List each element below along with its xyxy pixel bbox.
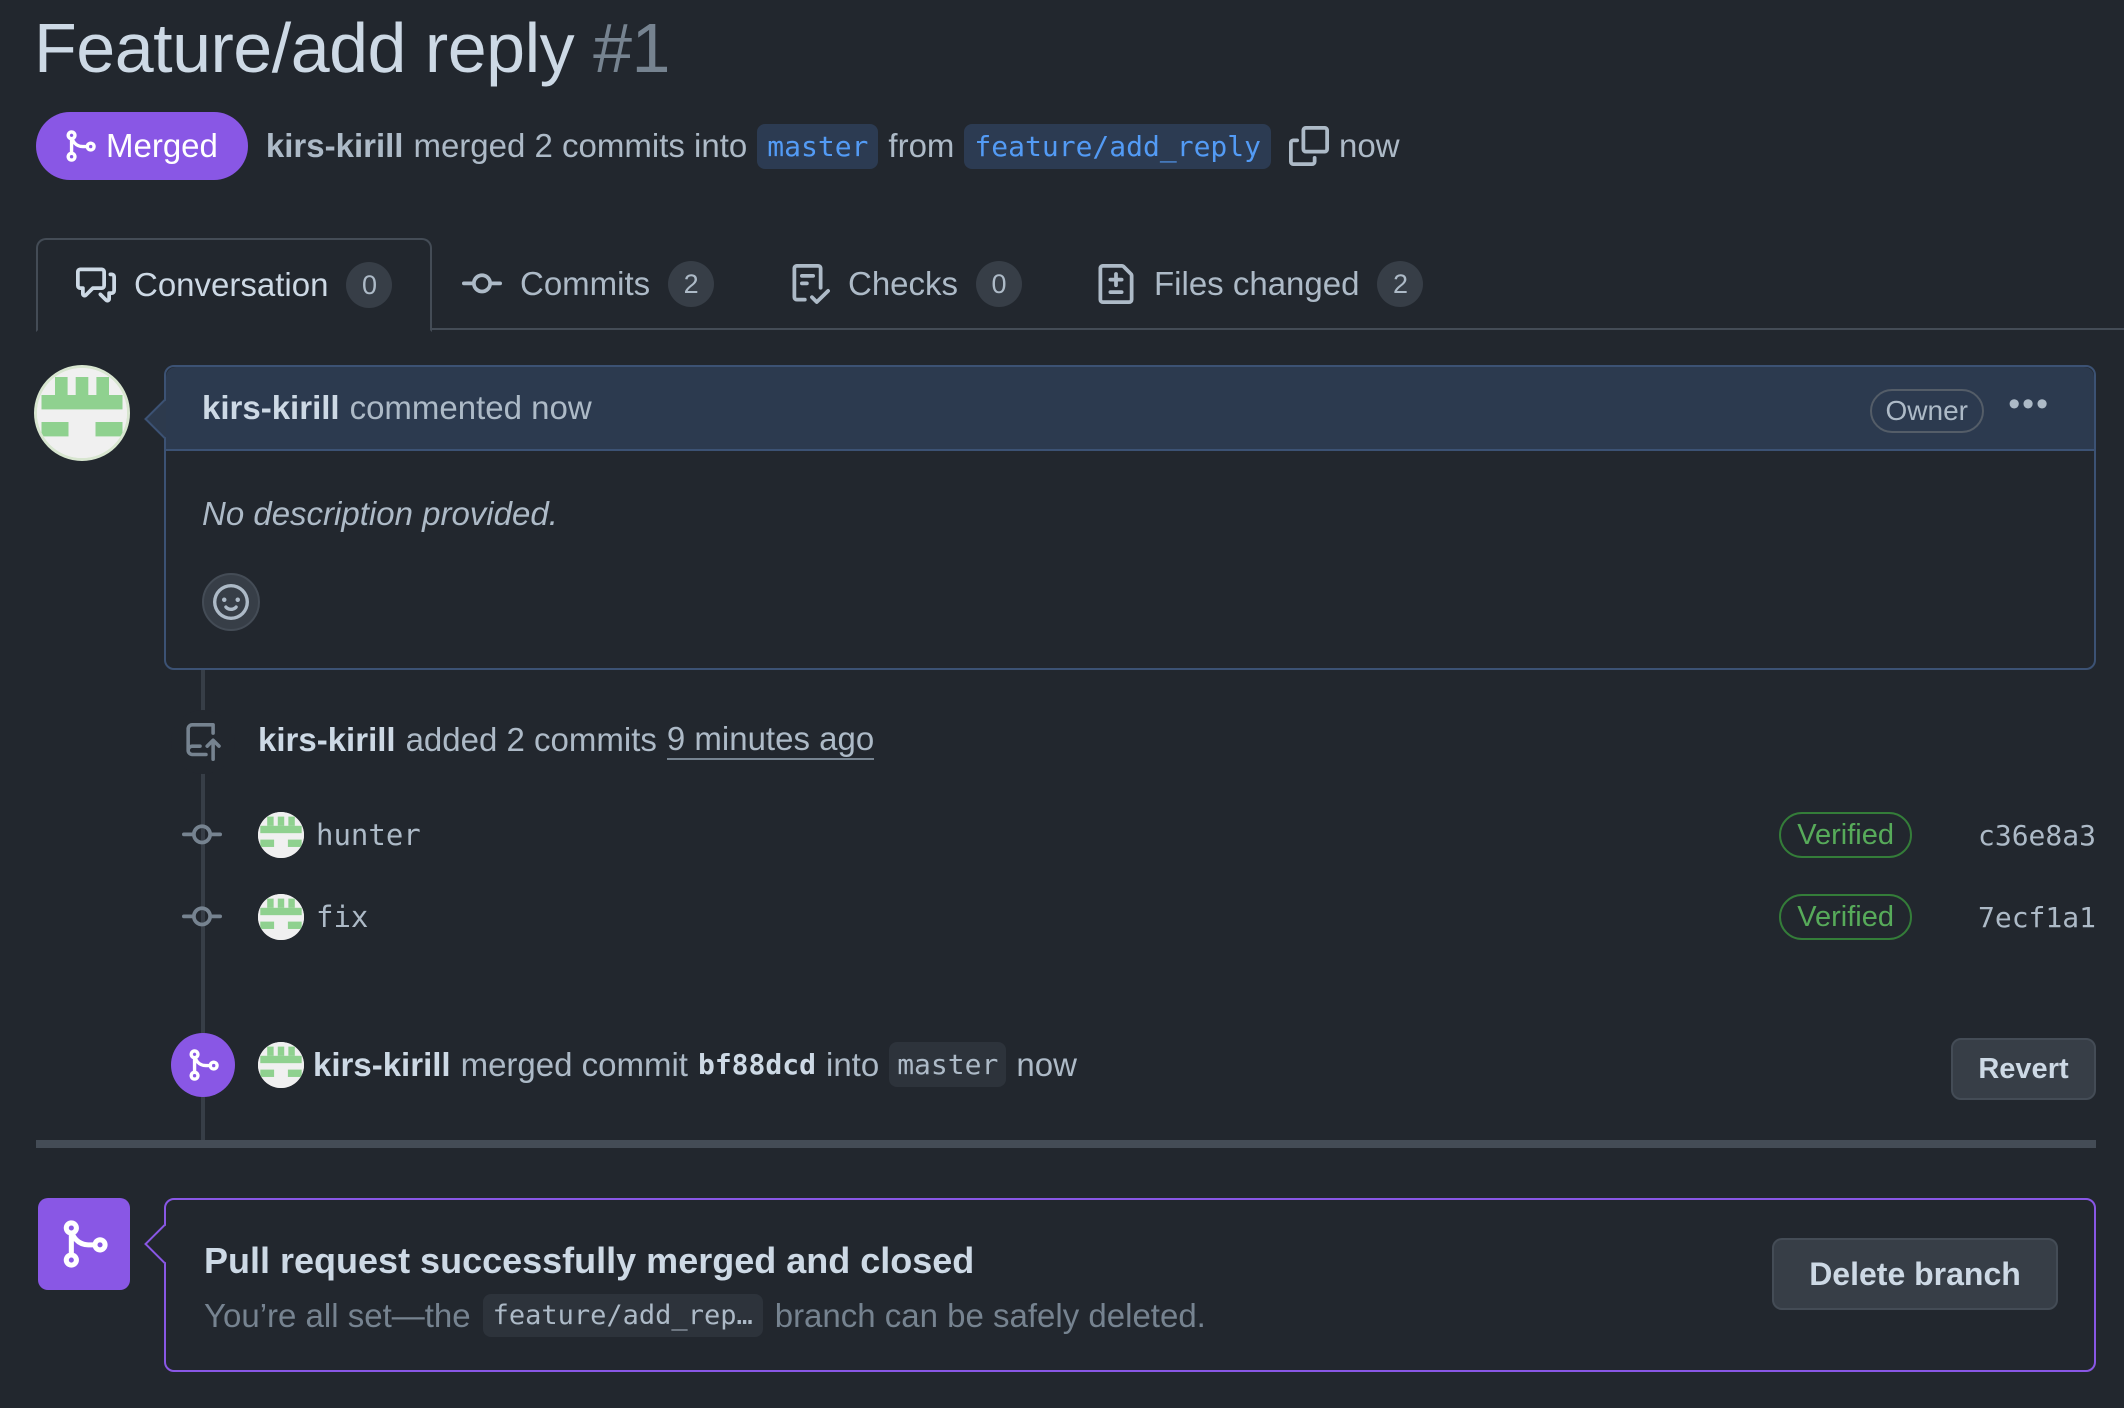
tab-commits-count: 2 (668, 261, 715, 307)
base-branch-link[interactable]: master (757, 123, 879, 169)
git-commit-icon (182, 906, 222, 927)
event-icon-push (171, 710, 235, 774)
merged-state-label: Merged (106, 127, 218, 164)
merge-author-link[interactable]: kirs-kirill (313, 1046, 451, 1084)
pr-summary-text: merged 2 commits into (413, 127, 748, 164)
commit-row: hunter Verified c36e8a3 (170, 805, 2096, 865)
copy-icon[interactable] (1289, 126, 1329, 166)
avatar[interactable] (258, 812, 304, 858)
merged-state-badge: Merged (36, 112, 248, 180)
event-action-text: added 2 commits (405, 721, 657, 758)
delete-branch-button[interactable]: Delete branch (1772, 1238, 2058, 1310)
comment-discussion-icon (76, 267, 116, 303)
merged-status-icon (38, 1198, 130, 1290)
git-commit-icon (462, 273, 502, 294)
head-branch-link[interactable]: feature/add_reply (964, 123, 1271, 169)
verified-badge[interactable]: Verified (1779, 812, 1912, 858)
merged-sub-prefix: You’re all set—the (204, 1296, 471, 1334)
kebab-menu-icon[interactable]: ••• (2008, 385, 2050, 424)
pr-subheader: Merged kirs-kirill merged 2 commits into… (36, 112, 1400, 180)
merge-action-text: merged commit (460, 1045, 688, 1083)
merge-into-text: into (825, 1045, 880, 1083)
identicon-avatar (258, 894, 304, 940)
checklist-icon (792, 264, 830, 304)
comment-header: kirs-kirill commented now Owner ••• (166, 367, 2094, 451)
owner-badge: Owner (1869, 389, 1984, 433)
identicon-avatar (37, 368, 127, 458)
verified-badge[interactable]: Verified (1779, 894, 1912, 940)
pr-number: #1 (593, 9, 670, 87)
merge-branch-link[interactable]: master (889, 1042, 1007, 1087)
commit-message-link[interactable]: hunter (316, 818, 421, 852)
tab-commits-label: Commits (520, 265, 651, 302)
pr-time: now (1339, 127, 1400, 164)
pr-title-text: Feature/add reply (34, 9, 575, 87)
pr-tabs: Conversation 0 Commits 2 Checks 0 Files … (36, 238, 2124, 332)
tab-conversation-count: 0 (346, 262, 393, 308)
merged-status-box: Pull request successfully merged and clo… (144, 1198, 2096, 1372)
merged-box-pointer (144, 1224, 184, 1264)
commit-row: fix Verified 7ecf1a1 (170, 887, 2096, 947)
merged-branch-name: feature/add_rep… (482, 1294, 763, 1337)
commit-dot (170, 805, 234, 865)
commit-sha-link[interactable]: c36e8a3 (1978, 819, 2096, 852)
merge-time: now (1016, 1045, 1077, 1083)
tab-conversation[interactable]: Conversation 0 (36, 238, 433, 332)
from-text: from (888, 127, 955, 164)
comment-box: kirs-kirill commented now Owner ••• No d… (144, 365, 2096, 670)
commit-dot (170, 887, 234, 947)
tab-commits[interactable]: Commits 2 (462, 238, 715, 330)
comment-action-text: commented now (349, 389, 592, 426)
add-reaction-button[interactable] (202, 573, 260, 631)
comment-author-link[interactable]: kirs-kirill (202, 389, 340, 427)
event-icon-merged (171, 1033, 235, 1097)
merged-commit-event: kirs-kirill merged commit bf88dcd into m… (313, 1042, 1077, 1087)
avatar[interactable] (258, 894, 304, 940)
comment-body: No description provided. (202, 495, 558, 532)
repo-push-icon (186, 723, 221, 761)
avatar[interactable] (258, 1042, 304, 1088)
tab-files-changed-label: Files changed (1154, 265, 1360, 302)
avatar[interactable] (34, 365, 130, 461)
identicon-avatar (258, 812, 304, 858)
added-commits-event: kirs-kirill added 2 commits 9 minutes ag… (258, 720, 875, 760)
merged-sub-suffix: branch can be safely deleted. (774, 1296, 1206, 1334)
smiley-icon (213, 584, 249, 620)
tab-conversation-label: Conversation (134, 266, 329, 303)
event-time-link[interactable]: 9 minutes ago (666, 720, 875, 760)
revert-button[interactable]: Revert (1951, 1038, 2096, 1100)
tab-checks-count: 0 (976, 261, 1023, 307)
tab-files-changed-count: 2 (1377, 261, 1424, 307)
git-merge-icon (189, 1049, 219, 1081)
tab-checks[interactable]: Checks 0 (790, 238, 1023, 330)
timeline-divider (36, 1140, 2096, 1148)
git-merge-icon (63, 1220, 108, 1268)
commit-message-link[interactable]: fix (316, 900, 368, 934)
file-diff-icon (1098, 264, 1134, 304)
tab-checks-label: Checks (848, 265, 959, 302)
merged-status-title: Pull request successfully merged and clo… (204, 1240, 975, 1281)
identicon-avatar (258, 1042, 304, 1088)
commit-sha-link[interactable]: 7ecf1a1 (1978, 901, 2096, 934)
pr-author-link[interactable]: kirs-kirill (266, 127, 404, 165)
git-merge-icon (66, 130, 96, 162)
merged-status-subtitle: You’re all set—the feature/add_rep… bran… (204, 1294, 1206, 1337)
merge-commit-link[interactable]: bf88dcd (698, 1048, 816, 1081)
pr-title: Feature/add reply #1 (34, 8, 670, 88)
git-commit-icon (182, 824, 222, 845)
event-author-link[interactable]: kirs-kirill (258, 721, 396, 759)
tab-files-changed[interactable]: Files changed 2 (1096, 238, 1424, 330)
